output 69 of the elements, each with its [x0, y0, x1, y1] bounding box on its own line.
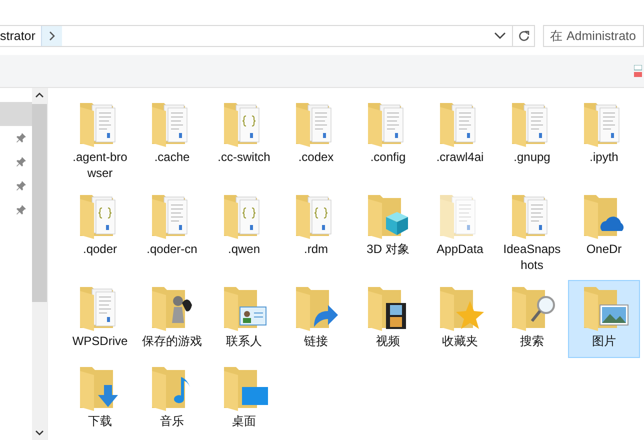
folder-item[interactable]: WPSDrive [64, 280, 136, 358]
folder-name: 下载 [87, 413, 113, 429]
folder-name: .ipyth [588, 149, 620, 165]
folder-item[interactable]: 保存的游戏 [136, 280, 208, 358]
view-icon[interactable] [634, 65, 642, 77]
folder-name: .rdm [303, 241, 329, 257]
folder-item[interactable]: .cache [136, 96, 208, 186]
scroll-up-icon[interactable] [35, 92, 44, 98]
folder-item[interactable]: .ipyth [568, 96, 640, 186]
folder-name: .config [369, 149, 407, 165]
folder-item[interactable]: 音乐 [136, 360, 208, 438]
folder-item[interactable]: 桌面 [208, 360, 280, 438]
folder-name: WPSDrive [71, 333, 129, 349]
folder-name: 保存的游戏 [142, 333, 202, 349]
folder-item[interactable]: .qwen [208, 188, 280, 278]
folder-item[interactable]: 链接 [280, 280, 352, 358]
address-bar[interactable]: strator [0, 25, 535, 47]
folder-item[interactable]: .cc-switch [208, 96, 280, 186]
folder-item[interactable]: .crawl4ai [424, 96, 496, 186]
scrollbar[interactable] [32, 88, 47, 440]
folder-item[interactable]: IdeaSnapshots [496, 188, 568, 278]
pin-icon[interactable] [16, 205, 26, 215]
folder-item[interactable]: .rdm [280, 188, 352, 278]
scroll-down-icon[interactable] [35, 430, 44, 436]
refresh-icon [518, 30, 530, 42]
folder-name: .gnupg [512, 149, 552, 165]
folder-item[interactable]: 联系人 [208, 280, 280, 358]
folder-name: .qoder-cn [146, 241, 198, 257]
folder-name: OneDr [585, 241, 623, 257]
folder-item[interactable]: .gnupg [496, 96, 568, 186]
folder-name: .qoder [82, 241, 118, 257]
folder-name: AppData [436, 241, 484, 257]
pin-icon[interactable] [16, 157, 26, 167]
folder-name: .agent-browser [72, 149, 128, 181]
folder-name: 链接 [303, 333, 329, 349]
folder-name: .crawl4ai [435, 149, 485, 165]
folder-item[interactable]: .qoder-cn [136, 188, 208, 278]
folder-name: .cache [153, 149, 191, 165]
folder-item[interactable]: OneDr [568, 188, 640, 278]
folder-item[interactable]: .qoder [64, 188, 136, 278]
folder-name: 联系人 [225, 333, 263, 349]
search-field[interactable]: 在 Administrato [543, 25, 644, 47]
folder-item[interactable]: .codex [280, 96, 352, 186]
folder-name: 3D 对象 [366, 241, 410, 257]
folder-name: 桌面 [231, 413, 257, 429]
folder-name: 视频 [375, 333, 401, 349]
folder-item[interactable]: AppData [424, 188, 496, 278]
folder-item[interactable]: 图片 [568, 280, 640, 358]
folder-name: .cc-switch [216, 149, 272, 165]
folder-name: .codex [297, 149, 335, 165]
breadcrumb[interactable]: strator [0, 26, 42, 46]
folder-name: 收藏夹 [441, 333, 479, 349]
chevron-icon[interactable] [41, 26, 62, 46]
folder-item[interactable]: 下载 [64, 360, 136, 438]
folder-item[interactable]: 3D 对象 [352, 188, 424, 278]
folder-name: 音乐 [159, 413, 185, 429]
folder-item[interactable]: .agent-browser [64, 96, 136, 186]
pin-icon[interactable] [16, 181, 26, 191]
folder-name: IdeaSnapshots [502, 241, 562, 273]
folder-name: .qwen [226, 241, 262, 257]
folder-name: 图片 [591, 333, 617, 349]
folder-item[interactable]: 收藏夹 [424, 280, 496, 358]
folder-item[interactable]: 视频 [352, 280, 424, 358]
dropdown-caret-icon[interactable] [494, 32, 506, 40]
folder-name: 搜索 [519, 333, 545, 349]
folder-item[interactable]: 搜索 [496, 280, 568, 358]
scrollbar-thumb[interactable] [32, 104, 47, 302]
folder-item[interactable]: .config [352, 96, 424, 186]
pin-icon[interactable] [16, 133, 26, 143]
